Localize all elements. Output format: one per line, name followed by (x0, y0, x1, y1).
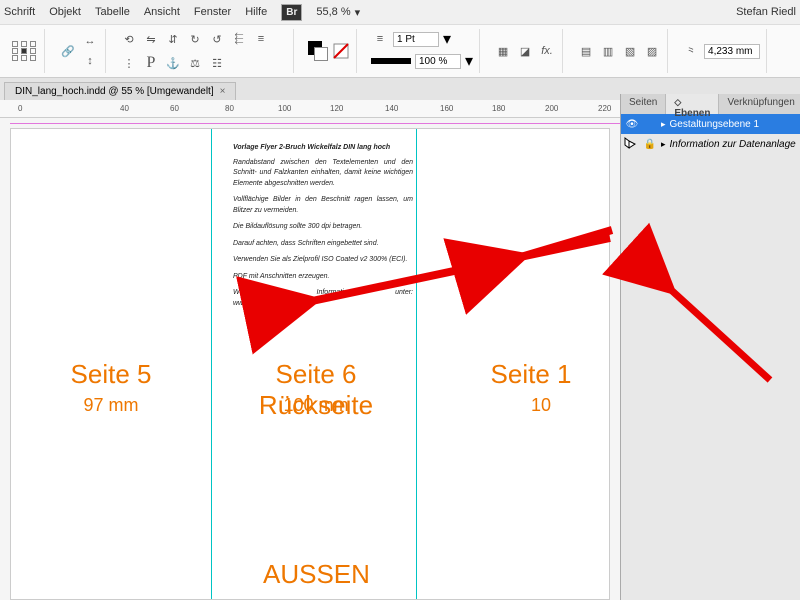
wrap-jump-icon[interactable]: ▨ (643, 42, 661, 60)
close-icon[interactable]: × (220, 86, 226, 97)
page1-size: 10 (511, 395, 571, 416)
wrap-around-icon[interactable]: ▥ (599, 42, 617, 60)
flip-h-icon[interactable]: ⇋ (142, 30, 160, 48)
paragraph-icon[interactable]: P (142, 54, 160, 72)
lock-icon[interactable]: 🔒 (643, 137, 657, 151)
flip-v-icon[interactable]: ⇵ (164, 30, 182, 48)
page1-title: Seite 1 (451, 359, 611, 390)
swatch-icon[interactable] (308, 41, 328, 61)
expand-icon[interactable]: ▸ (661, 119, 666, 130)
wrap-shape-icon[interactable]: ▧ (621, 42, 639, 60)
tab-ebenen[interactable]: ◇ Ebenen (666, 94, 719, 114)
info-text-block: Vorlage Flyer 2-Bruch Wickelfalz DIN lan… (233, 143, 413, 315)
document-tab[interactable]: DIN_lang_hoch.indd @ 55 % [Umgewandelt] … (4, 82, 236, 100)
menu-objekt[interactable]: Objekt (49, 6, 81, 18)
menu-fenster[interactable]: Fenster (194, 6, 231, 18)
layer-row-1[interactable]: 👁 ▸ Gestaltungsebene 1 (621, 114, 800, 134)
visibility-icon[interactable]: 👁 (625, 117, 639, 131)
fold-guide-1[interactable] (211, 129, 212, 599)
bridge-icon[interactable]: Br (281, 4, 302, 21)
scale-dropdown-icon[interactable]: ▾ (465, 51, 473, 71)
hierarchy-icon[interactable]: ☷ (208, 54, 226, 72)
page5-size: 97 mm (71, 395, 151, 416)
stroke-weight-icon: ≡ (371, 30, 389, 48)
page5-title: Seite 5 (51, 359, 171, 390)
zoom-value[interactable]: 55,8 % (316, 6, 350, 18)
page: Vorlage Flyer 2-Bruch Wickelfalz DIN lan… (10, 128, 610, 600)
panels-dock: Seiten ◇ Ebenen Verknüpfungen 👁 ▸ Gestal… (620, 94, 800, 600)
zoom-dropdown-icon[interactable]: ▾ (355, 6, 361, 19)
menu-ansicht[interactable]: Ansicht (144, 6, 180, 18)
visibility-toggle[interactable] (625, 137, 639, 151)
fold-guide-2[interactable] (416, 129, 417, 599)
width-icon: ↔ (81, 32, 99, 50)
reference-point-icon[interactable] (12, 41, 38, 61)
stroke-dropdown-icon[interactable]: ▾ (443, 29, 451, 49)
page6-size: 100 mm (276, 395, 356, 416)
rotate-cw-icon[interactable]: ↻ (186, 30, 204, 48)
scale-field[interactable] (415, 54, 461, 69)
margin-guide (10, 123, 620, 124)
stroke-weight-field[interactable] (393, 32, 439, 47)
outside-label: AUSSEN (263, 559, 370, 590)
menu-tabelle[interactable]: Tabelle (95, 6, 130, 18)
menu-schrift[interactable]: Schrift (4, 6, 35, 18)
distribute-icon[interactable]: ⋮ (120, 54, 138, 72)
align-icon[interactable]: ≡ (252, 30, 270, 48)
user-name: Stefan Riedl (736, 6, 796, 18)
expand-icon[interactable]: ▸ (661, 139, 666, 150)
document-tab-title: DIN_lang_hoch.indd @ 55 % [Umgewandelt] (15, 86, 214, 97)
effects-icon[interactable]: ▦ (494, 42, 512, 60)
stroke-style-icon[interactable] (371, 58, 411, 64)
link-icon[interactable]: 🔗 (59, 42, 77, 60)
measure-field[interactable] (704, 44, 760, 59)
no-fill-icon[interactable] (332, 42, 350, 60)
wrap-none-icon[interactable]: ▤ (577, 42, 595, 60)
layer-name: Information zur Datenanlage (670, 139, 796, 150)
menu-hilfe[interactable]: Hilfe (245, 6, 267, 18)
tab-verknuepfungen[interactable]: Verknüpfungen (719, 94, 800, 114)
balance-icon[interactable]: ⚖ (186, 54, 204, 72)
lock-slot[interactable] (643, 117, 657, 131)
tab-seiten[interactable]: Seiten (621, 94, 666, 114)
document-canvas[interactable]: Vorlage Flyer 2-Bruch Wickelfalz DIN lan… (0, 118, 620, 600)
drop-shadow-icon[interactable]: ◪ (516, 42, 534, 60)
layer-name: Gestaltungsebene 1 (670, 119, 760, 130)
anchor-icon[interactable]: ⚓ (164, 54, 182, 72)
height-icon: ↕ (81, 52, 99, 70)
rotate-icon[interactable]: ⟲ (120, 30, 138, 48)
layer-row-2[interactable]: 🔒 ▸ Information zur Datenanlage (621, 134, 800, 154)
crop-icon[interactable]: ⺀ (682, 42, 700, 60)
shear-icon[interactable]: ⬱ (230, 30, 248, 48)
fx-icon[interactable]: fx. (538, 42, 556, 60)
rotate-ccw-icon[interactable]: ↺ (208, 30, 226, 48)
